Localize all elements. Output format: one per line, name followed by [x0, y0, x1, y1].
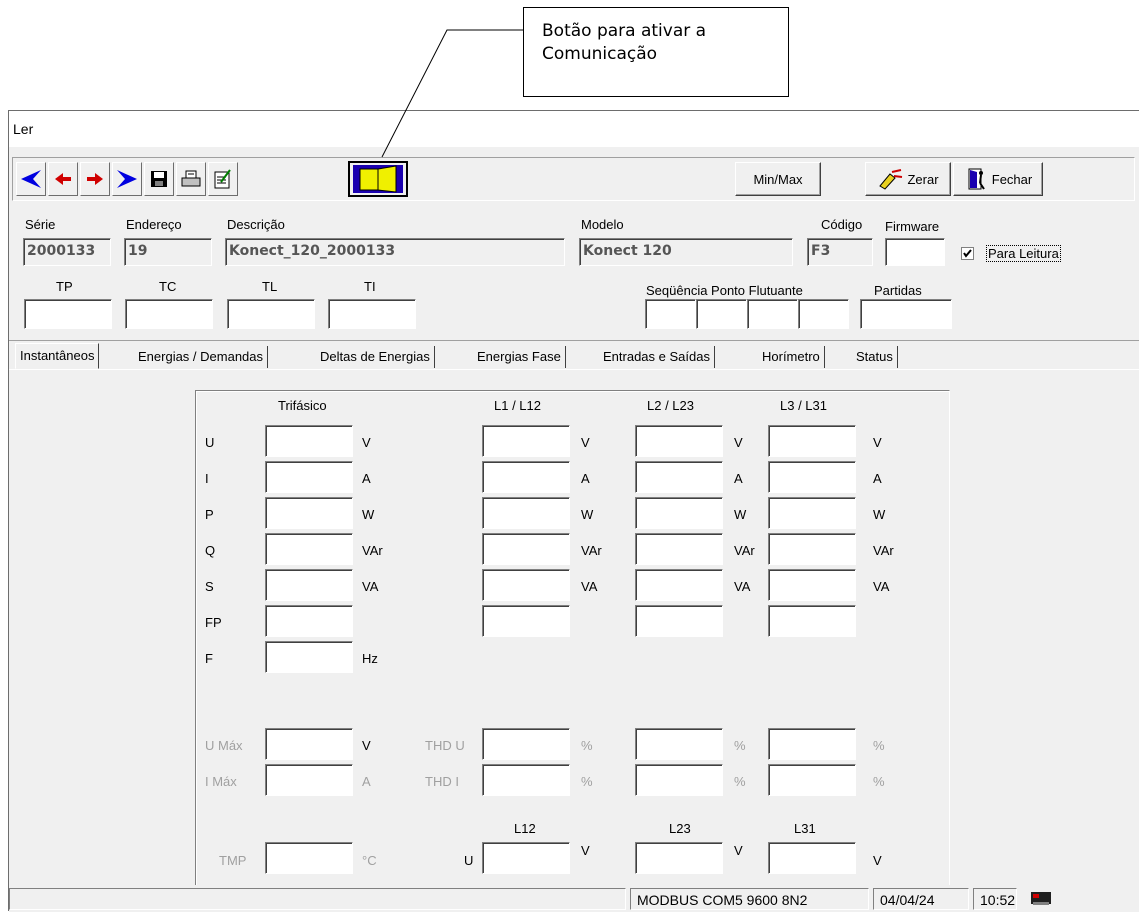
callout-pointer-line — [381, 29, 523, 158]
